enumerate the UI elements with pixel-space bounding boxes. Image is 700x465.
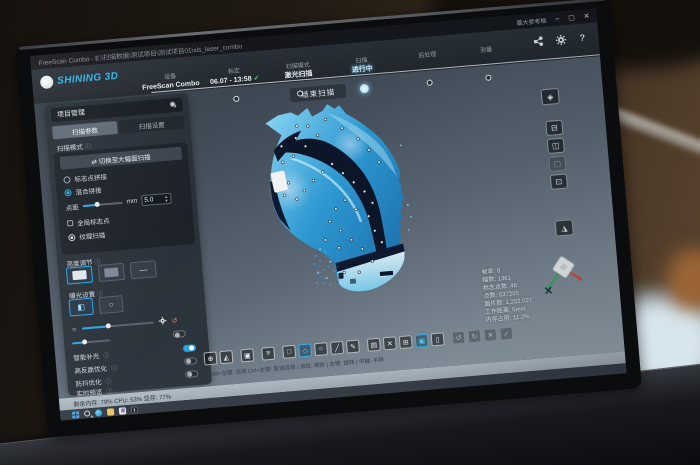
gear-small-icon[interactable] xyxy=(158,317,167,328)
taskbar-app-icon[interactable]: ‖ xyxy=(131,406,139,414)
minimize-button[interactable]: – xyxy=(555,15,559,22)
view-mode-button[interactable]: ◈ xyxy=(541,88,560,105)
brush-select-icon[interactable]: ✎ xyxy=(346,339,360,353)
brightness-high-button[interactable] xyxy=(66,266,93,285)
settings-gear-icon[interactable] xyxy=(554,33,567,46)
scan-stats: 帧率: 8幅数: 1361标志点数: 48点数: 637265面片数: 1,25… xyxy=(481,265,534,325)
info-icon: ⓘ xyxy=(110,362,117,371)
brand-logo-text: SHINING 3D xyxy=(57,71,119,87)
expand-select-icon[interactable]: ⊞ xyxy=(399,335,413,349)
scanned-object xyxy=(226,83,445,329)
laptop-screen: FreeScan Combo - E:\扫描数据\测试项目\测试项目01\xls… xyxy=(30,8,627,420)
stepper-step-6[interactable]: 测量 xyxy=(448,45,524,58)
share-icon[interactable] xyxy=(532,35,545,48)
deselect-icon[interactable]: ✕ xyxy=(383,336,397,350)
reset-icon[interactable]: ↺ xyxy=(171,317,178,325)
display-button[interactable]: ⊟ xyxy=(545,120,563,136)
polygon-select-icon[interactable]: ◇ xyxy=(298,343,312,357)
step-node-icon[interactable] xyxy=(359,83,369,93)
toggle-row-2: 高反面优化ⓘ xyxy=(74,362,117,376)
photo-background: FreeScan Combo - E:\扫描数据\测试项目\测试项目01\xls… xyxy=(0,0,700,465)
exposure-manual-button[interactable]: ○ xyxy=(98,295,123,314)
save-project-button[interactable]: ◫ xyxy=(547,138,565,154)
step-label: 测量 xyxy=(448,45,524,58)
global-markers-checkbox-row[interactable]: 全局标志点 xyxy=(67,215,110,229)
export-button[interactable]: ▢ xyxy=(548,156,566,172)
info-icon: ⓘ xyxy=(105,376,112,385)
brightness-low-button[interactable]: — xyxy=(130,260,157,279)
brand-logo-icon xyxy=(40,75,54,89)
window-menu-hint: 最大参考框 xyxy=(516,15,547,26)
brightness-mid-button[interactable] xyxy=(98,263,125,282)
redo-icon[interactable]: ↻ xyxy=(467,329,481,343)
align-option-markers[interactable]: 标志点拼接 xyxy=(63,171,107,185)
resolution-slider[interactable] xyxy=(83,201,123,206)
fit-view-icon[interactable]: ◭ xyxy=(219,350,233,364)
ambient-toggle[interactable] xyxy=(173,330,187,338)
parameter-sidebar: 项目管理 › 扫描参数 扫描设置 扫描模式ⓘ ⇄ 切换至大幅面扫描 xyxy=(44,93,212,396)
blurred-object-warm xyxy=(668,250,700,310)
orientation-gizmo[interactable] xyxy=(539,254,588,300)
package-button[interactable]: ⊡ xyxy=(550,174,568,190)
scan-debris xyxy=(400,144,413,231)
close-button[interactable]: ✕ xyxy=(583,13,589,20)
texture-radio-row[interactable]: 纹理扫描 xyxy=(68,229,106,242)
radio-icon[interactable] xyxy=(63,176,71,184)
toggle-switch[interactable] xyxy=(185,370,199,378)
exposure-auto-button[interactable]: ◧ xyxy=(69,298,94,317)
undo-icon[interactable]: ↺ xyxy=(452,331,466,345)
scan-mode-panel: ⇄ 切换至大幅面扫描 标志点拼接 混合拼接 点距 xyxy=(53,142,195,255)
confirm-icon[interactable]: ✓ xyxy=(499,327,513,341)
zoom-in-icon[interactable]: ⊕ xyxy=(203,351,217,365)
help-icon[interactable]: ? xyxy=(576,31,589,44)
checkbox-icon[interactable] xyxy=(67,220,73,226)
lasso-select-icon[interactable]: ○ xyxy=(314,342,328,356)
capture-frame-icon[interactable]: ▣ xyxy=(240,348,254,362)
radio-selected-icon[interactable] xyxy=(64,189,72,197)
taskbar-edge-icon[interactable] xyxy=(95,409,103,417)
maximize-button[interactable]: ▢ xyxy=(568,14,575,22)
toggle-label: 高反面优化 xyxy=(74,363,107,376)
toggle-switch[interactable] xyxy=(184,357,198,365)
apply-select-icon[interactable]: ▣ xyxy=(415,334,429,348)
exposure-mode-buttons: ◧ ○ xyxy=(69,295,124,316)
ambient-slider[interactable] xyxy=(72,339,110,344)
info-icon: ⓘ xyxy=(103,350,110,359)
laptop-bezel: FreeScan Combo - E:\扫描数据\测试项目\测试项目01\xls… xyxy=(15,0,642,438)
align-option-hybrid[interactable]: 混合拼接 xyxy=(64,185,102,198)
sidebar-header-label: 项目管理 xyxy=(57,108,86,120)
rect-select-icon[interactable]: □ xyxy=(282,345,296,359)
brand-logo: SHINING 3D xyxy=(40,70,119,90)
taskbar-folder-icon[interactable] xyxy=(107,408,115,416)
spin-arrows-icon[interactable]: ▲▼ xyxy=(164,194,169,202)
info-icon: ⓘ xyxy=(84,141,91,150)
mesh-preview-button[interactable]: ◮ xyxy=(555,219,574,236)
resolution-spinbox[interactable]: 5.0 ▲▼ xyxy=(141,193,172,206)
doc-icon[interactable]: ▯ xyxy=(431,332,445,346)
line-select-icon[interactable]: ╱ xyxy=(330,341,344,355)
taskbar-photos-icon[interactable] xyxy=(119,407,127,415)
cancel-icon[interactable]: ✕ xyxy=(483,328,497,342)
laptop: FreeScan Combo - E:\扫描数据\测试项目\测试项目01\xls… xyxy=(15,0,642,438)
select-through-icon[interactable]: ▤ xyxy=(367,338,381,352)
toggle-switch[interactable] xyxy=(183,344,197,352)
sun-icon: ☼ xyxy=(71,326,78,333)
taskbar-search-icon[interactable] xyxy=(84,410,90,416)
toggle-row-1: 智能补光ⓘ xyxy=(73,349,110,362)
exposure-slider[interactable] xyxy=(82,322,154,330)
toggle-label: 智能补光 xyxy=(73,350,100,362)
3d-viewport[interactable]: 结束扫描 xyxy=(34,56,625,398)
radio-halo-icon[interactable] xyxy=(68,233,76,241)
right-toolbar-group: ⊟ ◫ ▢ ⊡ xyxy=(545,120,568,190)
taskbar-windows-icon[interactable] xyxy=(72,411,80,419)
tab-scan-params[interactable]: 扫描参数 xyxy=(52,121,118,139)
tab-scan-settings[interactable]: 扫描设置 xyxy=(119,115,185,133)
layers-icon[interactable]: ≡ xyxy=(261,347,275,361)
